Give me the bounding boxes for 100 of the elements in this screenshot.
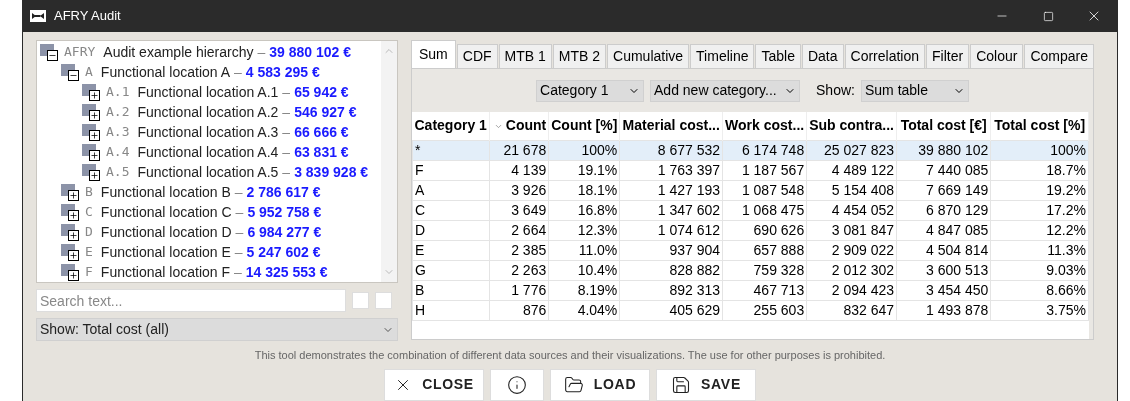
tab[interactable]: MTB 2: [552, 44, 607, 68]
table-cell: 2 094 423: [806, 280, 897, 300]
node-label[interactable]: Functional location B: [100, 181, 231, 203]
collapse-toggle[interactable]: [40, 44, 60, 60]
show-dropdown[interactable]: Show: Total cost (all): [36, 318, 398, 341]
tab[interactable]: Cumulative: [607, 44, 690, 68]
view-dropdown[interactable]: Sum table: [860, 79, 969, 102]
tab[interactable]: Correlation: [844, 44, 925, 68]
info-button[interactable]: [490, 368, 544, 401]
separator-dash: –: [282, 102, 291, 122]
column-header[interactable]: Count [%]: [548, 112, 620, 140]
node-label[interactable]: Functional location C: [100, 201, 232, 223]
expand-toggle[interactable]: [61, 184, 81, 200]
tab[interactable]: CDF: [456, 44, 498, 68]
node-amount: 14 325 553 €: [245, 262, 328, 282]
scrollbar[interactable]: [381, 41, 397, 282]
collapse-toggle[interactable]: [61, 64, 81, 80]
expand-toggle[interactable]: [61, 244, 81, 260]
load-button[interactable]: LOAD: [550, 368, 650, 401]
table-cell: 1 763 397: [619, 160, 723, 180]
table-row[interactable]: E 2 385 11.0% 937 904 657 888 2 909 022 4 504 814 11.3%: [412, 240, 1089, 260]
expand-toggle[interactable]: [82, 84, 102, 100]
category-dropdown[interactable]: Category 1: [536, 79, 645, 102]
expand-toggle[interactable]: [82, 124, 102, 140]
column-header[interactable]: Sub contra...: [806, 112, 897, 140]
node-label[interactable]: Functional location A.5: [137, 161, 279, 183]
notice-text: This tool demonstrates the combination of different data sources and their visualizations. The use for other purposes is prohibited.: [253, 348, 887, 363]
table-row[interactable]: * 21 678 100% 8 677 532 6 174 748 25 027 823 39 880 102 100%: [412, 140, 1089, 160]
tab[interactable]: Sum: [411, 40, 456, 68]
table-cell: 937 904: [619, 240, 723, 260]
search-option-checkbox[interactable]: [375, 292, 392, 309]
search-option-checkbox[interactable]: [352, 292, 369, 309]
tab[interactable]: MTB 1: [498, 44, 552, 68]
expand-toggle[interactable]: [82, 104, 102, 120]
table-cell: 1 074 612: [619, 220, 723, 240]
node-label[interactable]: Functional location A.1: [137, 81, 279, 103]
node-amount: 3 839 928 €: [294, 162, 369, 182]
node-label[interactable]: Functional location D: [100, 221, 232, 243]
table-cell: 25 027 823: [806, 140, 897, 160]
table-row[interactable]: D 2 664 12.3% 1 074 612 690 626 3 081 847 4 847 085 12.2%: [412, 220, 1089, 240]
column-header[interactable]: Total cost [€]: [896, 112, 991, 140]
table-cell: 3 081 847: [806, 220, 897, 240]
plus-icon: [69, 191, 78, 200]
expand-toggle[interactable]: [82, 164, 102, 180]
node-label[interactable]: Functional location A: [100, 61, 231, 83]
expand-toggle[interactable]: [61, 264, 81, 280]
node-label[interactable]: Functional location A.2: [137, 101, 279, 123]
separator-dash: –: [282, 162, 291, 182]
table-cell: 39 880 102: [896, 140, 991, 160]
table-cell: E: [412, 240, 490, 260]
table-cell: 12.2%: [990, 220, 1089, 240]
expand-toggle[interactable]: [82, 144, 102, 160]
node-label[interactable]: Audit example hierarchy: [103, 41, 254, 63]
separator-dash: –: [282, 82, 291, 102]
node-label[interactable]: Functional location A.4: [137, 141, 279, 163]
table-row[interactable]: B 1 776 8.19% 892 313 467 713 2 094 423 3 454 450 8.66%: [412, 280, 1089, 300]
close-button[interactable]: CLOSE: [384, 368, 484, 401]
tab[interactable]: Table: [755, 44, 801, 68]
column-header[interactable]: Work cost...: [722, 112, 807, 140]
table-cell: 4 847 085: [896, 220, 991, 240]
separator-dash: –: [235, 202, 244, 222]
table-row[interactable]: A 3 926 18.1% 1 427 193 1 087 548 5 154 408 7 669 149 19.2%: [412, 180, 1089, 200]
node-amount: 66 666 €: [294, 122, 349, 142]
tab[interactable]: Compare: [1024, 44, 1094, 68]
column-header[interactable]: Material cost...: [619, 112, 723, 140]
tab[interactable]: Data: [801, 44, 844, 68]
table-cell: *: [412, 140, 490, 160]
table-row[interactable]: G 2 263 10.4% 828 882 759 328 2 012 302 3 600 513 9.03%: [412, 260, 1089, 280]
tab[interactable]: Timeline: [690, 44, 755, 68]
expand-toggle[interactable]: [61, 204, 81, 220]
node-amount: 546 927 €: [294, 102, 357, 122]
table-cell: 892 313: [619, 280, 723, 300]
tab[interactable]: Colour: [970, 44, 1024, 68]
info-icon: [507, 374, 527, 395]
node-label[interactable]: Functional location E: [100, 241, 231, 263]
table-cell: 11.0%: [548, 240, 620, 260]
column-header[interactable]: Count: [489, 112, 549, 140]
column-header[interactable]: Category 1: [412, 112, 490, 140]
table-row[interactable]: F 4 139 19.1% 1 763 397 1 187 567 4 489 122 7 440 085 18.7%: [412, 160, 1089, 180]
maximize-icon[interactable]: [1042, 10, 1054, 22]
table-cell: 19.2%: [990, 180, 1089, 200]
node-label[interactable]: Functional location A.3: [137, 121, 279, 143]
column-header[interactable]: Total cost [%]: [990, 112, 1089, 140]
plus-icon: [90, 151, 99, 160]
table-cell: 6 174 748: [722, 140, 807, 160]
expand-toggle[interactable]: [61, 224, 81, 240]
table-cell: 4 504 814: [896, 240, 991, 260]
plus-icon: [90, 111, 99, 120]
tab[interactable]: Filter: [926, 44, 970, 68]
save-button[interactable]: SAVE: [656, 368, 756, 401]
plus-icon: [90, 131, 99, 140]
table-row[interactable]: H 876 4.04% 405 629 255 603 832 647 1 493 878 3.75%: [412, 300, 1089, 320]
plus-icon: [90, 91, 99, 100]
table-cell: 8.19%: [548, 280, 620, 300]
table-row[interactable]: C 3 649 16.8% 1 347 602 1 068 475 4 454 052 6 870 129 17.2%: [412, 200, 1089, 220]
node-label[interactable]: Functional location F: [100, 261, 230, 282]
table-cell: 2 263: [489, 260, 549, 280]
table-cell: 7 669 149: [896, 180, 991, 200]
add-category-dropdown[interactable]: Add new category...: [650, 79, 801, 102]
search-field[interactable]: Search text...: [36, 289, 346, 312]
